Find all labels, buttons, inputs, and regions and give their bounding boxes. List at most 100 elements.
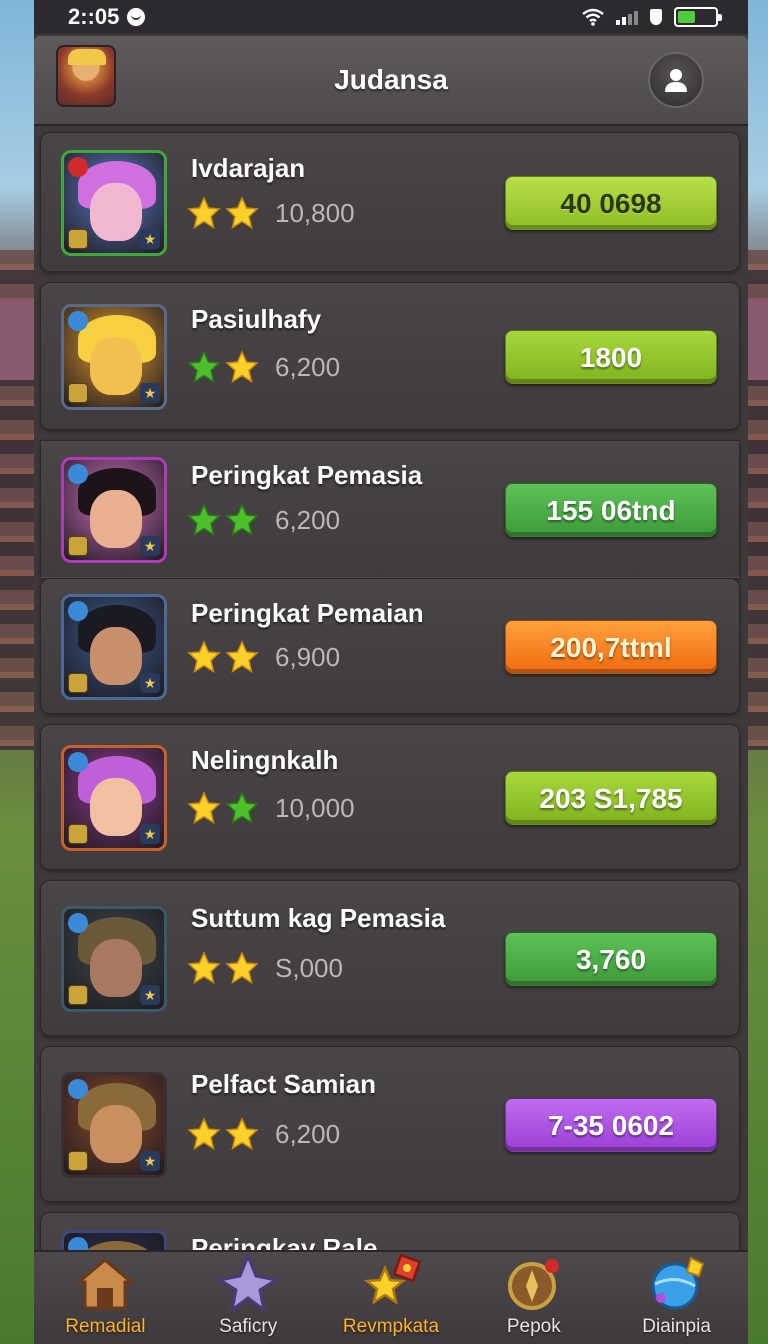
hero-portrait[interactable]: ★: [61, 457, 167, 563]
player-rating: 6,900: [187, 640, 340, 674]
hero-face: [90, 1105, 142, 1163]
player-rating: 10,000: [187, 791, 355, 825]
nav-label: Revmpkata: [342, 1316, 440, 1337]
star-gem-icon: [359, 1253, 423, 1312]
person-icon: [665, 69, 687, 92]
gold-star-icon: [225, 951, 259, 985]
element-badge-icon: [68, 311, 88, 331]
player-score: 10,000: [275, 792, 355, 823]
gold-star-icon: [225, 1117, 259, 1151]
nav-item-diainpia[interactable]: Diainpia: [607, 1254, 747, 1338]
player-row[interactable]: ★ Ivdarajan 10,800 40 0698: [40, 132, 740, 272]
hero-face: [90, 183, 142, 241]
player-value-button[interactable]: 3,760: [505, 932, 717, 986]
panel-header: Judansa: [34, 36, 748, 126]
green-star-icon: [225, 791, 259, 825]
vpn-shield-icon: [650, 9, 662, 25]
player-name: Peringkat Pemaian: [191, 598, 424, 628]
gold-star-icon: [187, 951, 221, 985]
rank-star-icon: ★: [140, 536, 160, 556]
player-rating: 6,200: [187, 503, 340, 537]
player-value-button[interactable]: 1800: [505, 330, 717, 384]
player-name: Ivdarajan: [191, 153, 306, 183]
signal-icon: [616, 9, 638, 25]
class-badge-icon: [68, 229, 88, 249]
rank-star-icon: ★: [140, 673, 160, 693]
hero-face: [90, 939, 142, 997]
gold-star-icon: [187, 791, 221, 825]
status-time: 2::05: [68, 4, 120, 29]
element-badge-icon: [68, 464, 88, 484]
player-value-button[interactable]: 203 S1,785: [505, 771, 717, 825]
player-name: Pasiulhafy: [191, 304, 322, 334]
player-name: Suttum kag Pemasia: [191, 903, 446, 933]
hero-face: [90, 627, 142, 685]
player-value-button[interactable]: 200,7ttml: [505, 620, 717, 674]
player-row[interactable]: ★ Peringkat Pemaian 6,900 200,7ttml: [40, 578, 740, 714]
player-score: 6,200: [275, 504, 341, 535]
player-row[interactable]: ★ Nelingnkalh 10,000 203 S1,785: [40, 724, 740, 870]
house-icon: [73, 1254, 137, 1312]
leaderboard-panel: Judansa ★ Ivdarajan 10,800 40 0698 ★ Pasiulha…: [34, 34, 748, 1344]
player-value-button[interactable]: 7-35 0602: [505, 1098, 717, 1152]
element-badge-icon: [68, 752, 88, 772]
hero-portrait[interactable]: ★: [61, 304, 167, 410]
class-badge-icon: [68, 673, 88, 693]
player-list: ★ Ivdarajan 10,800 40 0698 ★ Pasiulhafy 6,200 1…: [40, 132, 740, 1344]
player-rating: 10,800: [187, 196, 355, 230]
player-row[interactable]: ★ Pelfact Samian 6,200 7-35 0602: [40, 1046, 740, 1202]
rank-star-icon: ★: [140, 1151, 160, 1171]
battery-icon: [674, 7, 722, 27]
class-badge-icon: [68, 1151, 88, 1171]
nav-item-saficry[interactable]: Saficry: [178, 1251, 318, 1338]
class-badge-icon: [68, 985, 88, 1005]
green-star-icon: [225, 503, 259, 537]
hero-portrait[interactable]: ★: [61, 1072, 167, 1178]
element-badge-icon: [68, 157, 88, 177]
gold-star-icon: [225, 196, 259, 230]
smiley-icon: [127, 8, 146, 26]
hero-portrait[interactable]: ★: [61, 745, 167, 851]
player-row[interactable]: ★ Suttum kag Pemasia S,000 3,760: [40, 880, 740, 1036]
hero-portrait[interactable]: ★: [61, 150, 167, 256]
player-name: Pelfact Samian: [191, 1069, 376, 1099]
bottom-navigation: Remadial Saficry Revmpkata Pepok Diainpia: [34, 1250, 748, 1344]
nav-item-remadial[interactable]: Remadial: [35, 1254, 175, 1338]
green-star-icon: [187, 503, 221, 537]
hero-face: [90, 778, 142, 836]
player-row[interactable]: ★ Pasiulhafy 6,200 1800: [40, 282, 740, 430]
element-badge-icon: [68, 1079, 88, 1099]
player-rating: 6,200: [187, 1117, 340, 1151]
player-value-button[interactable]: 155 06tnd: [505, 483, 717, 537]
player-score: S,000: [275, 952, 343, 983]
gold-star-icon: [225, 350, 259, 384]
rank-star-icon: ★: [140, 824, 160, 844]
star-shuriken-icon: [216, 1251, 281, 1314]
gold-star-icon: [187, 196, 221, 230]
class-badge-icon: [68, 383, 88, 403]
player-row[interactable]: ★ Peringkat Pemasia 6,200 155 06tnd: [40, 440, 740, 578]
player-value-button[interactable]: 40 0698: [505, 176, 717, 230]
profile-button[interactable]: [648, 52, 704, 108]
nav-label: Diainpia: [642, 1316, 711, 1337]
element-badge-icon: [68, 913, 88, 933]
gold-star-icon: [225, 640, 259, 674]
hero-portrait[interactable]: ★: [61, 594, 167, 700]
nav-label: Saficry: [219, 1316, 278, 1337]
status-bar: 2::05: [34, 0, 748, 34]
hero-portrait[interactable]: ★: [61, 906, 167, 1012]
gold-star-icon: [187, 1117, 221, 1151]
nav-item-revmpkata[interactable]: Revmpkata: [321, 1253, 461, 1338]
player-name: Nelingnkalh: [191, 745, 339, 775]
player-score: 6,900: [275, 641, 341, 672]
wifi-icon: [582, 8, 604, 26]
globe-gem-icon: [645, 1254, 709, 1312]
green-star-icon: [187, 350, 221, 384]
player-rating: 6,200: [187, 350, 340, 384]
player-name: Peringkat Pemasia: [191, 460, 423, 490]
hero-face: [90, 337, 142, 395]
page-title: Judansa: [334, 64, 448, 95]
player-score: 6,200: [275, 351, 341, 382]
nav-item-pepok[interactable]: Pepok: [464, 1254, 604, 1338]
nav-label: Remadial: [65, 1316, 146, 1337]
